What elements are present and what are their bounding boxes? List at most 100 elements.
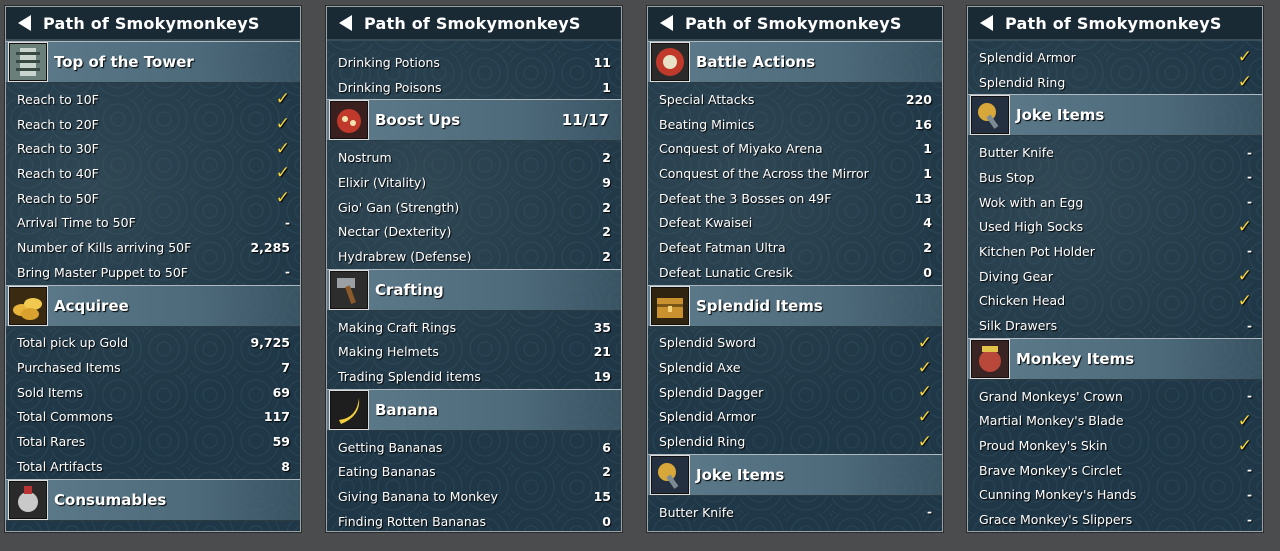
stat-value: - (1247, 318, 1252, 333)
stat-label: Making Helmets (338, 344, 439, 360)
checkmark-icon: ✓ (917, 357, 932, 378)
back-arrow-icon[interactable] (339, 15, 352, 31)
stat-label: Finding Rotten Bananas (338, 513, 486, 529)
stat-value: 2 (602, 224, 611, 240)
stat-value: 0 (923, 264, 932, 280)
stat-label: Splendid Dagger (659, 384, 764, 400)
stat-row: Reach to 10F ✓ (6, 87, 300, 112)
section-header: Joke Items (968, 94, 1262, 137)
stat-row: Nostrum 2 (327, 145, 621, 170)
stat-row: Reach to 40F ✓ (6, 161, 300, 186)
stats-panel[interactable]: Path of SmokymonkeyS Battle Actions Specia… (647, 6, 943, 532)
stat-label: Nostrum (338, 150, 392, 166)
back-arrow-icon[interactable] (18, 15, 31, 31)
stat-value: - (927, 505, 932, 520)
stat-row: Diving Gear ✓ (968, 264, 1262, 289)
stat-value: 13 (914, 190, 932, 206)
stat-value: 1 (923, 141, 932, 157)
stat-row: Reach to 50F ✓ (6, 186, 300, 211)
stat-label: Defeat Kwaisei (659, 215, 753, 231)
stat-value: 35 (593, 319, 611, 335)
stat-list: Getting Bananas 6 Eating Bananas 2 Giving Ba… (327, 435, 621, 531)
stat-list: Special Attacks 220 Beating Mimics 16 Conque… (648, 87, 942, 285)
stat-label: Conquest of the Across the Mirror (659, 165, 869, 181)
tower-icon (8, 42, 48, 82)
joke-item-icon (970, 95, 1010, 136)
stat-label: Getting Bananas (338, 439, 443, 455)
stat-label: Elixir (Vitality) (338, 174, 427, 190)
stats-panel[interactable]: Path of SmokymonkeyS Drinking Potions 11 Dr… (326, 6, 622, 532)
stat-list: Drinking Potions 11 Drinking Poisons 1 (327, 50, 621, 99)
section-header: Top of the Tower (6, 41, 300, 83)
stat-label: Trading Splendid items (338, 369, 481, 385)
back-arrow-icon[interactable] (660, 15, 673, 31)
checkmark-icon: ✓ (275, 163, 290, 184)
panel-content: Battle Actions Special Attacks 220 Beating … (648, 41, 942, 525)
stat-value: - (1247, 195, 1252, 210)
stat-label: Proud Monkey's Skin (979, 438, 1108, 454)
section-header: Boost Ups 11/17 (327, 99, 621, 142)
stats-panel[interactable]: Path of SmokymonkeyS Top of the Tower Reac… (5, 6, 301, 532)
stat-label: Wok with an Egg (979, 194, 1084, 210)
stat-label: Nectar (Dexterity) (338, 224, 452, 240)
stat-value: 11 (593, 54, 611, 70)
stat-row: Elixir (Vitality) 9 (327, 170, 621, 195)
panel-header: Path of SmokymonkeyS (648, 7, 942, 41)
stat-value: 69 (272, 384, 290, 400)
checkmark-icon: ✓ (917, 382, 932, 403)
stat-row: Getting Bananas 6 (327, 435, 621, 460)
stat-row: Silk Drawers - (968, 313, 1262, 338)
stat-row: Grace Monkey's Slippers - (968, 507, 1262, 531)
stat-row: Splendid Armor ✓ (968, 45, 1262, 70)
stat-value: - (1247, 170, 1252, 185)
checkmark-icon: ✓ (1237, 435, 1252, 456)
checkmark-icon: ✓ (275, 138, 290, 159)
section-header: Acquiree (6, 284, 300, 327)
panel-content: Top of the Tower Reach to 10F ✓ Reach to 20… (6, 41, 300, 521)
joke-item-icon (650, 454, 690, 495)
stat-row: Trading Splendid items 19 (327, 364, 621, 389)
stat-row: Drinking Potions 11 (327, 50, 621, 75)
stat-list: Total pick up Gold 9,725 Purchased Items 7 S… (6, 331, 300, 479)
checkmark-icon: ✓ (1237, 266, 1252, 287)
stat-label: Splendid Armor (979, 49, 1076, 65)
stat-row: Total pick up Gold 9,725 (6, 331, 300, 356)
stat-label: Purchased Items (17, 360, 121, 376)
section-header: Splendid Items (648, 284, 942, 327)
stat-value: - (1247, 463, 1252, 478)
stat-row: Bring Master Puppet to 50F - (6, 260, 300, 285)
stat-row: Total Rares 59 (6, 429, 300, 454)
section-header: Crafting (327, 268, 621, 311)
panel-title: Path of SmokymonkeyS (43, 13, 260, 33)
panel-content: Splendid Armor ✓ Splendid Ring ✓ Joke Items B… (968, 41, 1262, 531)
stat-value: 2 (602, 464, 611, 480)
stat-label: Total Rares (17, 434, 86, 450)
stat-label: Silk Drawers (979, 318, 1058, 334)
stat-label: Used High Socks (979, 219, 1084, 235)
stat-value: - (1247, 487, 1252, 502)
stat-label: Cunning Monkey's Hands (979, 487, 1137, 503)
stat-row: Butter Knife - (968, 140, 1262, 165)
section-title: Splendid Items (696, 296, 823, 315)
stat-row: Reach to 20F ✓ (6, 112, 300, 137)
stat-row: Total Commons 117 (6, 405, 300, 430)
battle-wheel-icon (650, 42, 690, 82)
stats-panel[interactable]: Path of SmokymonkeyS Splendid Armor ✓ Splen… (967, 6, 1263, 532)
stat-row: Wok with an Egg - (968, 190, 1262, 215)
stat-value: 21 (593, 344, 611, 360)
stat-row: Grand Monkeys' Crown - (968, 384, 1262, 409)
section-count: 11/17 (561, 111, 609, 130)
section-title: Consumables (54, 490, 167, 509)
back-arrow-icon[interactable] (980, 15, 993, 31)
stat-label: Arrival Time to 50F (17, 215, 136, 231)
stat-label: Total Artifacts (17, 458, 103, 474)
section-title: Joke Items (1016, 106, 1105, 125)
stat-label: Drinking Poisons (338, 79, 442, 95)
stat-label: Martial Monkey's Blade (979, 413, 1124, 429)
panel-header: Path of SmokymonkeyS (968, 7, 1262, 41)
stat-label: Reach to 10F (17, 91, 99, 107)
stat-label: Splendid Axe (659, 360, 741, 376)
panel-header: Path of SmokymonkeyS (327, 7, 621, 41)
stat-label: Grace Monkey's Slippers (979, 512, 1133, 528)
stat-row: Splendid Ring ✓ (968, 70, 1262, 95)
